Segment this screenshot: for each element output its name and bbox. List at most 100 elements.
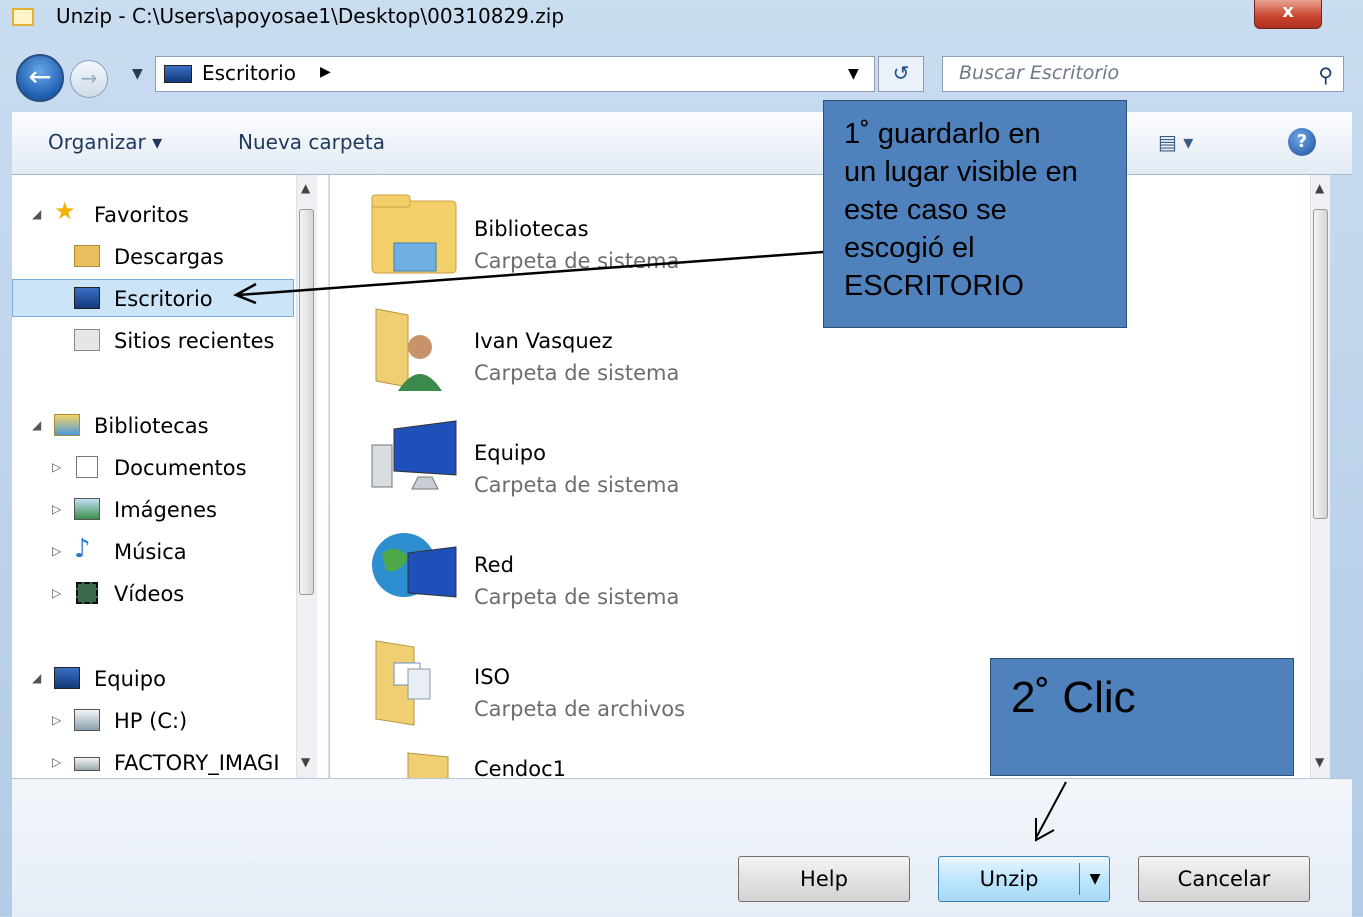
folder-icon — [368, 635, 460, 727]
sidebar-item-descargas[interactable]: Descargas — [12, 237, 302, 275]
file-name: ISO — [474, 665, 511, 689]
desktop-icon — [74, 287, 100, 309]
sidebar-group-libraries[interactable]: ◢ Bibliotecas — [12, 406, 302, 444]
sidebar-item-label: Música — [114, 540, 187, 564]
forward-arrow-icon[interactable]: → — [70, 60, 108, 98]
refresh-icon[interactable]: ↺ — [878, 56, 924, 92]
expand-arrow-icon[interactable]: ▷ — [52, 755, 61, 769]
sidebar-item-musica[interactable]: ▷ ♪ Música — [12, 532, 302, 570]
sidebar-group-favorites[interactable]: ◢ ★ Favoritos — [12, 195, 302, 233]
sidebar-group-label: Bibliotecas — [94, 414, 209, 438]
annotation-step1: 1˚ guardarlo en un lugar visible en este… — [823, 100, 1127, 328]
file-list-scroll-thumb[interactable] — [1313, 209, 1328, 519]
file-name: Bibliotecas — [474, 217, 589, 241]
address-location[interactable]: Escritorio — [202, 61, 296, 85]
address-bar[interactable]: Escritorio ▶ ▼ — [155, 56, 875, 92]
user-folder-icon — [368, 299, 460, 391]
expand-arrow-icon[interactable]: ▷ — [52, 502, 61, 516]
libraries-folder-icon — [368, 187, 460, 279]
expand-arrow-icon[interactable]: ▷ — [52, 713, 61, 727]
help-button[interactable]: Help — [738, 856, 910, 902]
file-type: Carpeta de sistema — [474, 361, 680, 385]
view-options-icon[interactable]: ▤ ▾ — [1158, 130, 1198, 154]
chevron-right-icon[interactable]: ▶ — [320, 64, 331, 80]
navigation-pane: ◢ ★ Favoritos Descargas Escritorio Sitio… — [12, 175, 329, 778]
sidebar-item-factory-image[interactable]: ▷ FACTORY_IMAGI — [12, 743, 302, 778]
annotation-line: 2˚ Clic — [1011, 673, 1136, 722]
unzip-button-label: Unzip — [979, 867, 1039, 891]
sidebar-item-escritorio[interactable]: Escritorio — [12, 279, 294, 317]
organize-button[interactable]: Organizar ▾ — [48, 130, 162, 154]
sidebar-scrollbar[interactable]: ▲ ▼ — [296, 175, 317, 778]
hard-drive-icon — [74, 709, 100, 731]
scroll-down-icon[interactable]: ▼ — [301, 755, 310, 769]
sidebar-item-documentos[interactable]: ▷ Documentos — [12, 448, 302, 486]
search-placeholder: Buscar Escritorio — [959, 62, 1120, 84]
list-item[interactable]: Red Carpeta de sistema — [368, 523, 948, 628]
annotation-line: ESCRITORIO — [844, 270, 1024, 302]
recent-pages-dropdown-icon[interactable]: ▼ — [132, 66, 143, 82]
file-name: Ivan Vasquez — [474, 329, 613, 353]
list-item[interactable]: Cendoc1 — [368, 747, 948, 778]
downloads-folder-icon — [74, 245, 100, 267]
sidebar-item-sitios-recientes[interactable]: Sitios recientes — [12, 321, 302, 359]
file-list-scrollbar[interactable]: ▲ ▼ — [1310, 175, 1330, 778]
sidebar-group-computer[interactable]: ◢ Equipo — [12, 659, 302, 697]
sidebar-item-label: Documentos — [114, 456, 247, 480]
unzip-dropdown-icon[interactable]: ▼ — [1085, 857, 1105, 901]
file-name: Red — [474, 553, 514, 577]
list-item[interactable]: Equipo Carpeta de sistema — [368, 411, 948, 516]
sidebar-item-label: Sitios recientes — [114, 329, 275, 353]
list-item[interactable]: ISO Carpeta de archivos — [368, 635, 948, 740]
collapse-arrow-icon[interactable]: ◢ — [32, 207, 41, 221]
annotation-step2: 2˚ Clic — [990, 658, 1294, 776]
sidebar-item-imagenes[interactable]: ▷ Imágenes — [12, 490, 302, 528]
file-type: Carpeta de sistema — [474, 249, 680, 273]
close-button[interactable]: x — [1254, 0, 1322, 29]
scroll-up-icon[interactable]: ▲ — [301, 181, 310, 195]
collapse-arrow-icon[interactable]: ◢ — [32, 418, 41, 432]
sidebar-group-label: Favoritos — [94, 203, 189, 227]
desktop-icon — [164, 65, 192, 83]
file-type: Carpeta de archivos — [474, 697, 686, 721]
file-name: Cendoc1 — [474, 757, 566, 778]
navigation-bar: ← → ▼ Escritorio ▶ ▼ ↺ Buscar Escritorio… — [0, 48, 1363, 104]
cancel-button[interactable]: Cancelar — [1138, 856, 1310, 902]
file-type: Carpeta de sistema — [474, 585, 680, 609]
pictures-icon — [74, 498, 100, 520]
search-icon[interactable]: ⚲ — [1318, 63, 1333, 87]
expand-arrow-icon[interactable]: ▷ — [52, 586, 61, 600]
sidebar-item-hp-drive[interactable]: ▷ HP (C:) — [12, 701, 302, 739]
back-arrow-icon[interactable]: ← — [16, 54, 64, 102]
address-dropdown-icon[interactable]: ▼ — [848, 66, 859, 82]
annotation-line: un lugar visible en — [844, 156, 1078, 188]
documents-icon — [76, 456, 98, 478]
libraries-icon — [54, 414, 80, 436]
sidebar-item-label: HP (C:) — [114, 709, 188, 733]
sidebar-scroll-thumb[interactable] — [299, 209, 314, 595]
unzip-button[interactable]: Unzip ▼ — [938, 856, 1110, 902]
dialog-footer: Help Unzip ▼ Cancelar — [12, 778, 1352, 917]
scroll-up-icon[interactable]: ▲ — [1315, 181, 1324, 195]
window-app-icon — [12, 8, 34, 26]
new-folder-button[interactable]: Nueva carpeta — [238, 130, 385, 154]
expand-arrow-icon[interactable]: ▷ — [52, 544, 61, 558]
file-type: Carpeta de sistema — [474, 473, 680, 497]
folder-icon — [368, 747, 460, 778]
star-icon: ★ — [54, 197, 76, 225]
computer-icon — [54, 667, 80, 689]
annotation-line: este caso se — [844, 194, 1007, 226]
expand-arrow-icon[interactable]: ▷ — [52, 460, 61, 474]
title-bar[interactable]: Unzip - C:\Users\apoyosae1\Desktop\00310… — [0, 0, 1363, 36]
sidebar-item-label: FACTORY_IMAGI — [114, 751, 280, 775]
scroll-down-icon[interactable]: ▼ — [1315, 755, 1324, 769]
search-input[interactable]: Buscar Escritorio ⚲ — [942, 56, 1344, 92]
sidebar-item-label: Descargas — [114, 245, 224, 269]
file-name: Equipo — [474, 441, 546, 465]
sidebar-item-videos[interactable]: ▷ Vídeos — [12, 574, 302, 612]
help-icon[interactable]: ? — [1288, 128, 1316, 156]
collapse-arrow-icon[interactable]: ◢ — [32, 671, 41, 685]
videos-icon — [76, 582, 98, 604]
split-divider — [1079, 863, 1080, 895]
sidebar-item-label: Imágenes — [114, 498, 217, 522]
